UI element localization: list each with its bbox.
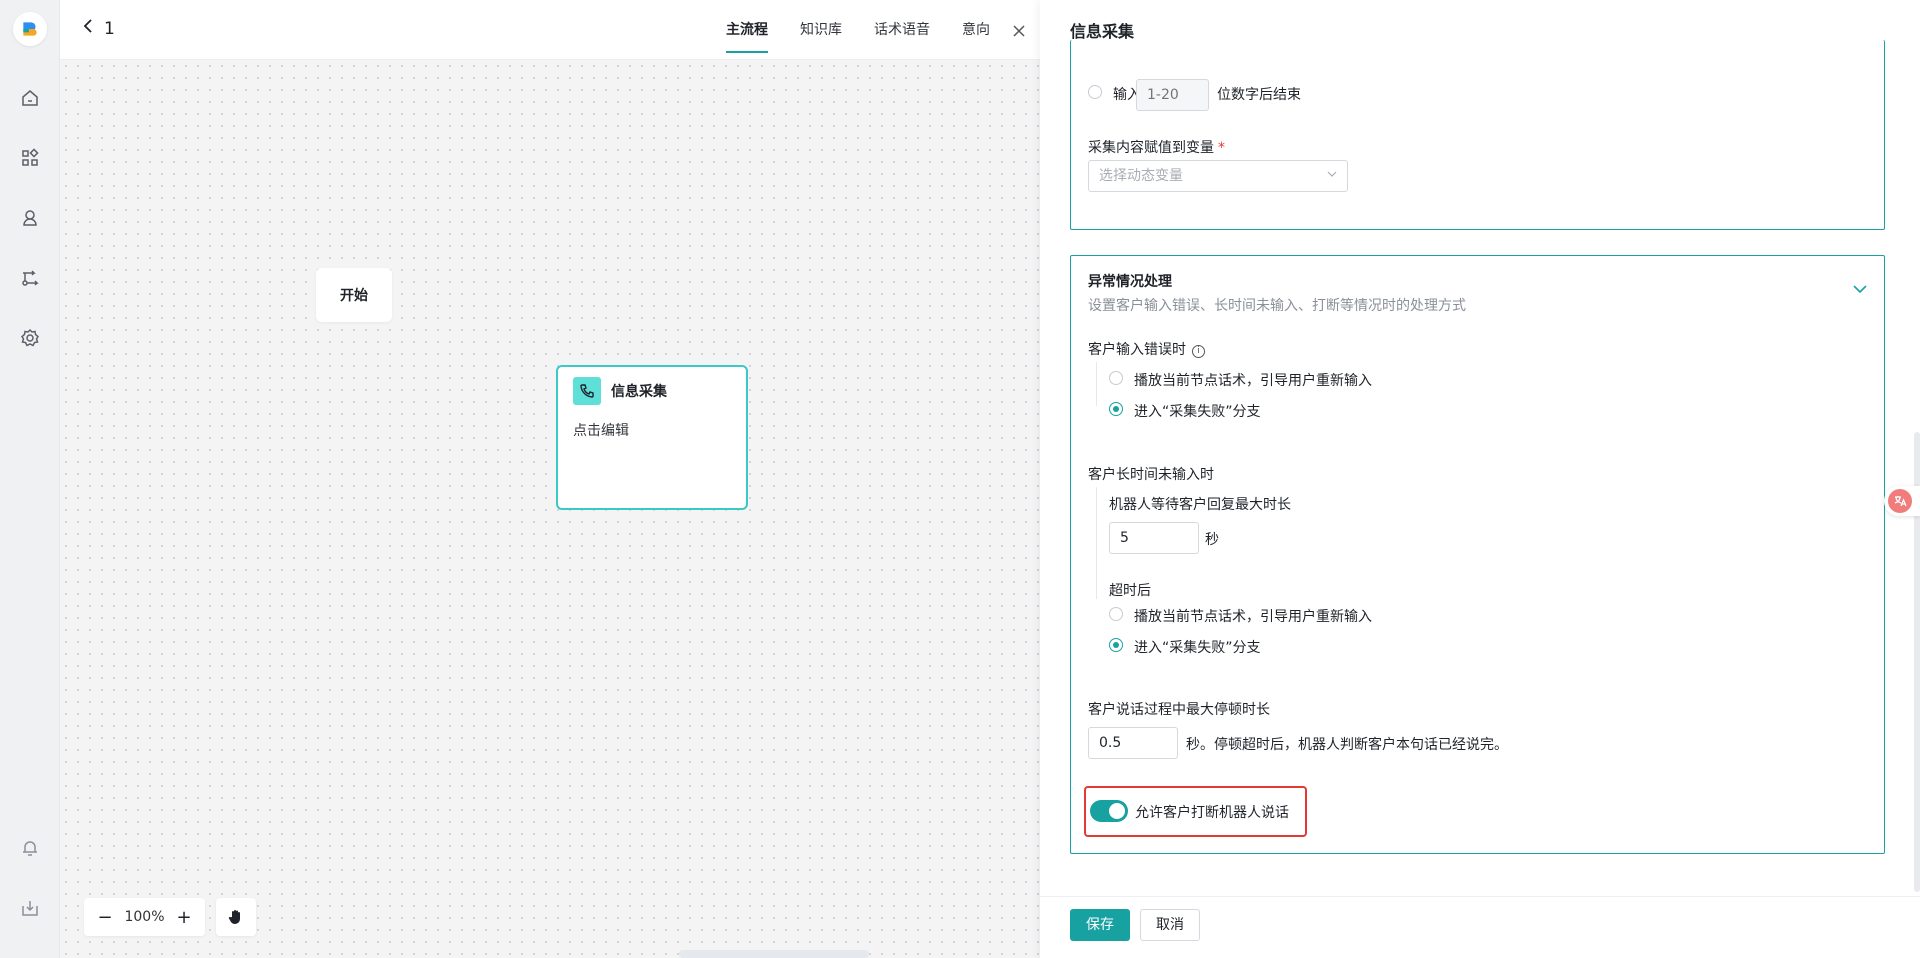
error-option-fail-branch-radio[interactable] bbox=[1109, 402, 1123, 416]
tab-main-flow[interactable]: 主流程 bbox=[726, 0, 768, 60]
wait-duration-label: 机器人等待客户回复最大时长 bbox=[1109, 497, 1291, 513]
node-description: 点击编辑 bbox=[573, 423, 629, 439]
after-timeout-label: 超时后 bbox=[1109, 583, 1151, 599]
panel-title: 信息采集 bbox=[1070, 22, 1135, 41]
back-button[interactable]: 1 bbox=[82, 18, 115, 39]
app-logo[interactable] bbox=[13, 12, 47, 46]
error-option-replay-label: 播放当前节点话术，引导用户重新输入 bbox=[1134, 373, 1372, 389]
robot-icon[interactable] bbox=[18, 206, 42, 230]
select-placeholder: 选择动态变量 bbox=[1099, 168, 1183, 184]
digit-count-input[interactable] bbox=[1136, 79, 1209, 111]
zoom-level: 100% bbox=[124, 909, 165, 925]
allow-interrupt-label: 允许客户打断机器人说话 bbox=[1135, 805, 1289, 821]
zoom-in-button[interactable]: + bbox=[175, 907, 193, 928]
start-node[interactable]: 开始 bbox=[316, 268, 392, 322]
chevron-down-icon bbox=[1327, 161, 1337, 191]
timeout-option-fail-branch-label: 进入“采集失败”分支 bbox=[1134, 640, 1261, 656]
download-icon[interactable] bbox=[18, 896, 42, 920]
flow-title: 1 bbox=[104, 18, 115, 39]
assign-variable-label: 采集内容赋值到变量 * bbox=[1088, 137, 1225, 157]
max-pause-hint: 秒。停顿超时后，机器人判断客户本句话已经说完。 bbox=[1186, 737, 1508, 753]
error-input-text: 客户输入错误时 bbox=[1088, 342, 1186, 358]
info-collection-node[interactable]: 信息采集 点击编辑 bbox=[556, 365, 748, 510]
tab-knowledge-base[interactable]: 知识库 bbox=[800, 0, 842, 60]
exception-handling-card: 异常情况处理 设置客户输入错误、长时间未输入、打断等情况时的处理方式 客户输入错… bbox=[1070, 255, 1885, 854]
node-title: 信息采集 bbox=[611, 384, 667, 400]
settings-icon[interactable] bbox=[18, 326, 42, 350]
allow-interrupt-toggle[interactable] bbox=[1090, 800, 1128, 822]
flow-tabs: 主流程 知识库 话术语音 意向 bbox=[726, 0, 990, 60]
divider bbox=[1096, 487, 1097, 599]
hand-tool-button[interactable] bbox=[216, 898, 256, 936]
home-icon[interactable] bbox=[18, 86, 42, 110]
timeout-label: 客户长时间未输入时 bbox=[1088, 467, 1214, 483]
error-option-replay-radio[interactable] bbox=[1109, 371, 1123, 385]
cancel-button[interactable]: 取消 bbox=[1140, 909, 1200, 941]
apps-icon[interactable] bbox=[18, 146, 42, 170]
dynamic-variable-select[interactable]: 选择动态变量 bbox=[1088, 160, 1348, 192]
phone-icon bbox=[573, 377, 601, 405]
tab-script-voice[interactable]: 话术语音 bbox=[874, 0, 930, 60]
max-pause-label: 客户说话过程中最大停顿时长 bbox=[1088, 702, 1270, 718]
node-header: 信息采集 bbox=[573, 377, 667, 405]
error-input-label: 客户输入错误时 i bbox=[1088, 339, 1205, 359]
flow-icon[interactable] bbox=[18, 266, 42, 290]
divider bbox=[1096, 362, 1097, 406]
wait-duration-input[interactable] bbox=[1109, 522, 1199, 554]
bell-icon[interactable] bbox=[18, 836, 42, 860]
chevron-down-icon[interactable] bbox=[1853, 282, 1867, 298]
logo-icon bbox=[23, 22, 37, 36]
save-button[interactable]: 保存 bbox=[1070, 909, 1130, 941]
hand-icon bbox=[228, 910, 240, 924]
flow-canvas[interactable]: 开始 信息采集 点击编辑 bbox=[60, 60, 1040, 958]
chevron-left-icon bbox=[82, 18, 94, 39]
collection-settings-card: 输入 位数字后结束 采集内容赋值到变量* 选择动态变量 bbox=[1070, 40, 1885, 230]
timeout-option-fail-branch-radio[interactable] bbox=[1109, 638, 1123, 652]
sidebar bbox=[0, 0, 60, 958]
input-suffix-label: 位数字后结束 bbox=[1217, 87, 1301, 103]
required-mark: * bbox=[1218, 140, 1225, 156]
exception-title: 异常情况处理 bbox=[1088, 274, 1172, 290]
close-icon[interactable] bbox=[1004, 16, 1034, 46]
canvas-topbar: 1 主流程 知识库 话术语音 意向 bbox=[60, 0, 1040, 60]
timeout-option-replay-label: 播放当前节点话术，引导用户重新输入 bbox=[1134, 609, 1372, 625]
zoom-out-button[interactable]: − bbox=[96, 907, 114, 928]
assign-variable-text: 采集内容赋值到变量 bbox=[1088, 140, 1214, 156]
translate-float-button[interactable] bbox=[1884, 486, 1920, 516]
canvas-scroll-indicator[interactable] bbox=[679, 950, 869, 958]
wait-unit-label: 秒 bbox=[1205, 532, 1219, 548]
zoom-control: − 100% + bbox=[84, 898, 205, 936]
timeout-option-replay-radio[interactable] bbox=[1109, 607, 1123, 621]
info-icon[interactable]: i bbox=[1192, 345, 1205, 358]
max-pause-input[interactable] bbox=[1088, 727, 1178, 759]
exception-subtitle: 设置客户输入错误、长时间未输入、打断等情况时的处理方式 bbox=[1088, 298, 1466, 314]
error-option-fail-branch-label: 进入“采集失败”分支 bbox=[1134, 404, 1261, 420]
panel-footer: 保存 取消 bbox=[1040, 896, 1920, 958]
translate-icon bbox=[1888, 489, 1912, 513]
input-digits-radio[interactable] bbox=[1088, 85, 1102, 99]
tab-intent[interactable]: 意向 bbox=[962, 0, 990, 60]
